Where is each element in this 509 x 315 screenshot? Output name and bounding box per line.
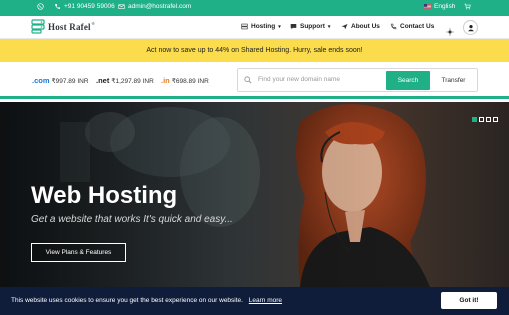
cart-icon[interactable] <box>464 3 471 10</box>
logo-text: Host Rafel <box>48 21 91 32</box>
cookie-message: This website uses cookies to ensure you … <box>11 297 243 304</box>
chevron-down-icon: ▾ <box>278 23 281 30</box>
price-net: .net ₹1,297.89 INR <box>96 76 154 85</box>
server-icon <box>241 23 248 30</box>
phone-link[interactable]: +91 90459 59006 <box>54 3 115 10</box>
paper-plane-icon <box>341 24 348 30</box>
hero-title: Web Hosting <box>31 182 178 209</box>
server-logo-icon <box>31 19 45 34</box>
nav-about[interactable]: About Us <box>341 23 380 30</box>
learn-more-link[interactable]: Learn more <box>249 297 282 304</box>
slider-dots <box>472 117 498 122</box>
email-address: admin@hostrafel.com <box>128 3 192 10</box>
tld-in: .in <box>161 76 170 85</box>
promo-banner: Act now to save up to 44% on Shared Host… <box>0 39 509 62</box>
hero-subtitle: Get a website that works It's quick and … <box>31 214 233 225</box>
nav-support-label: Support <box>300 23 325 30</box>
domain-search-input[interactable]: Find your new domain name <box>258 76 340 83</box>
user-icon <box>467 24 474 31</box>
top-bar: +91 90459 59006 admin@hostrafel.com Engl… <box>0 0 509 16</box>
search-button[interactable]: Search <box>386 71 430 90</box>
chevron-down-icon: ▾ <box>327 23 331 30</box>
domain-search-bar: .com ₹997.89 INR .net ₹1,297.89 INR .in … <box>0 62 509 99</box>
transfer-button[interactable]: Transfer <box>431 71 476 90</box>
nav-about-label: About Us <box>351 23 380 30</box>
language-label: English <box>434 3 456 10</box>
tld-com: .com <box>32 76 50 85</box>
whatsapp-icon[interactable] <box>37 3 44 10</box>
nav-hosting-label: Hosting <box>251 23 276 30</box>
nav-support[interactable]: Support ▾ <box>290 23 330 30</box>
cookie-message-wrap: This website uses cookies to ensure you … <box>11 297 282 304</box>
email-link[interactable]: admin@hostrafel.com <box>118 3 191 10</box>
domain-search-form: Find your new domain name Search Transfe… <box>237 68 478 92</box>
account-button[interactable] <box>463 20 478 35</box>
sun-icon <box>446 28 454 36</box>
slider-dot[interactable] <box>486 117 491 122</box>
phone-icon <box>390 23 397 30</box>
mail-icon <box>118 4 125 9</box>
search-icon <box>244 76 252 84</box>
nav-contact[interactable]: Contact Us <box>390 23 434 30</box>
price-value: ₹997.89 INR <box>51 77 89 85</box>
promo-text: Act now to save up to 44% on Shared Host… <box>146 47 363 54</box>
hero-slider: Web Hosting Get a website that works It'… <box>0 102 509 287</box>
phone-number: +91 90459 59006 <box>64 3 115 10</box>
nav-contact-label: Contact Us <box>400 23 435 30</box>
phone-icon <box>55 4 60 9</box>
logo[interactable]: Host Rafel ® <box>31 19 95 34</box>
price-value: ₹698.89 INR <box>171 77 209 85</box>
slider-dot[interactable] <box>479 117 484 122</box>
chat-icon <box>290 24 297 30</box>
slider-dot[interactable] <box>493 117 498 122</box>
registered-mark: ® <box>91 21 95 26</box>
price-in: .in ₹698.89 INR <box>161 76 209 85</box>
main-nav: Host Rafel ® Hosting ▾ Support ▾ About U… <box>0 16 509 39</box>
tld-net: .net <box>96 76 110 85</box>
language-selector[interactable]: English <box>424 3 455 10</box>
price-com: .com ₹997.89 INR <box>32 76 89 85</box>
price-value: ₹1,297.89 INR <box>111 77 154 85</box>
view-plans-button[interactable]: View Plans & Features <box>31 243 126 262</box>
accept-cookies-button[interactable]: Got it! <box>441 292 497 309</box>
us-flag-icon <box>424 4 431 9</box>
slider-dot[interactable] <box>472 117 477 122</box>
cookie-banner: This website uses cookies to ensure you … <box>0 287 509 315</box>
nav-hosting[interactable]: Hosting ▾ <box>241 23 281 30</box>
